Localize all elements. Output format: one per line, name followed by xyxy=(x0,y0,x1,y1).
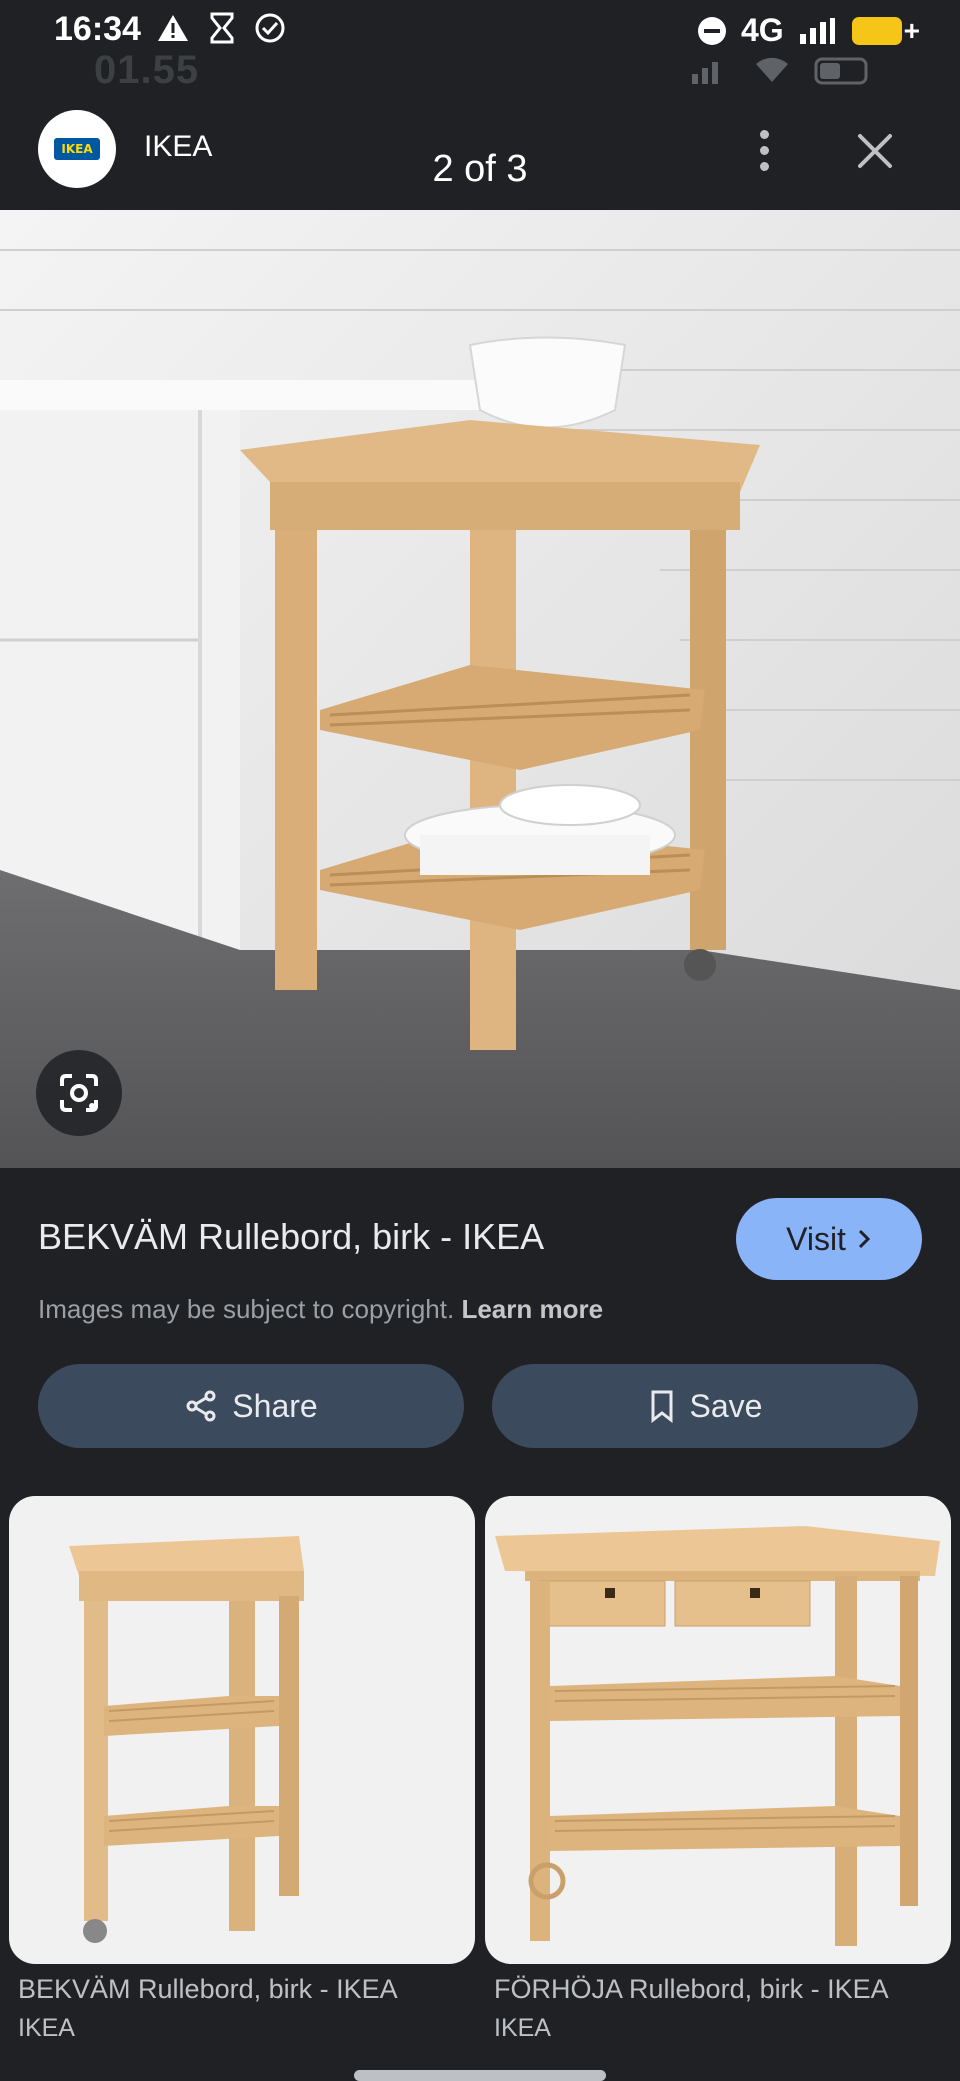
save-button[interactable]: Save xyxy=(492,1364,918,1448)
related-source-2: IKEA xyxy=(494,2014,551,2042)
status-secondary-time: 01.55 xyxy=(94,48,200,92)
related-image-2[interactable] xyxy=(485,1496,951,1964)
copyright-notice: Images may be subject to copyright. Lear… xyxy=(38,1294,603,1325)
more-options-button[interactable] xyxy=(744,122,784,178)
kitchen-cart-image xyxy=(0,210,960,1168)
wifi-icon xyxy=(756,57,788,82)
kitchen-cart-thumbnail xyxy=(69,1536,304,1943)
close-icon xyxy=(858,134,892,168)
related-title-1[interactable]: BEKVÄM Rullebord, birk - IKEA xyxy=(18,1974,398,2005)
share-button[interactable]: Share xyxy=(38,1364,464,1448)
lens-search-button[interactable] xyxy=(36,1050,122,1136)
battery-icon: + xyxy=(851,15,920,47)
lens-icon xyxy=(60,1074,98,1112)
save-label: Save xyxy=(689,1387,763,1424)
related-image-1[interactable] xyxy=(9,1496,475,1964)
network-type: 4G xyxy=(740,12,784,48)
more-vert-icon xyxy=(759,129,769,139)
chevron-right-icon xyxy=(858,1229,871,1249)
signal-small-icon xyxy=(692,62,718,84)
visit-label: Visit xyxy=(786,1220,846,1257)
related-title-2[interactable]: FÖRHÖJA Rullebord, birk - IKEA xyxy=(494,1974,889,2005)
warning-icon xyxy=(158,15,188,41)
do-not-disturb-icon xyxy=(697,16,726,45)
learn-more-link[interactable]: Learn more xyxy=(461,1294,603,1324)
notification-icons xyxy=(156,12,286,44)
status-bar: 16:34 01.55 4G + xyxy=(0,0,960,110)
signal-icon xyxy=(799,17,835,44)
kitchen-cart-drawers-thumbnail xyxy=(495,1526,940,1946)
image-pager: 2 of 3 xyxy=(432,148,528,190)
share-label: Share xyxy=(232,1387,318,1424)
result-title[interactable]: BEKVÄM Rullebord, birk - IKEA xyxy=(38,1216,544,1258)
main-product-image[interactable] xyxy=(0,210,960,1168)
related-source-1: IKEA xyxy=(18,2014,75,2042)
bookmark-icon xyxy=(651,1390,673,1423)
copyright-text: Images may be subject to copyright. xyxy=(38,1294,455,1324)
hourglass-icon xyxy=(210,12,234,44)
close-button[interactable] xyxy=(852,122,898,178)
visit-button[interactable]: Visit xyxy=(736,1198,922,1280)
more-vert-dot xyxy=(759,161,769,171)
share-icon xyxy=(186,1390,216,1422)
system-status-icons: 4G + xyxy=(697,12,920,49)
status-time: 16:34 xyxy=(54,10,141,48)
more-vert-dot xyxy=(759,145,769,155)
gesture-home-bar[interactable] xyxy=(354,2070,606,2081)
battery-outline-icon xyxy=(814,57,868,85)
check-circle-icon xyxy=(255,13,285,43)
